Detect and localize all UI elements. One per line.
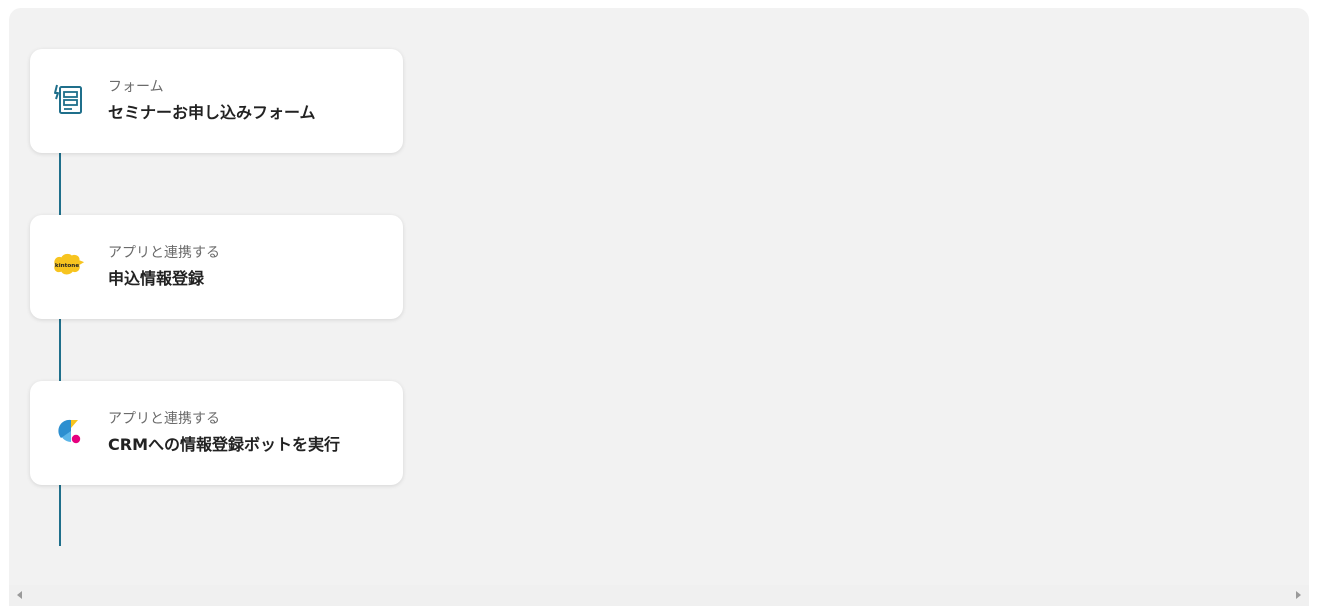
flow-step-form[interactable]: フォーム セミナーお申し込みフォーム	[30, 49, 403, 153]
step-type-label: アプリと連携する	[108, 245, 220, 261]
step-title: セミナーお申し込みフォーム	[108, 103, 316, 122]
flow-canvas: フォーム セミナーお申し込みフォーム kintone アプリと連携する 申込情報…	[9, 8, 1309, 606]
flow-connector	[59, 319, 61, 381]
robot-app-icon	[50, 413, 86, 449]
kintone-logo-text: kintone	[55, 263, 79, 269]
flow-connector	[59, 153, 61, 215]
scroll-left-arrow-icon[interactable]	[17, 591, 22, 599]
flow-step-robot[interactable]: アプリと連携する CRMへの情報登録ボットを実行	[30, 381, 403, 485]
step-type-label: アプリと連携する	[108, 411, 220, 427]
horizontal-scrollbar[interactable]	[9, 585, 1309, 606]
kintone-icon: kintone	[50, 247, 86, 283]
form-icon	[50, 81, 86, 117]
step-type-label: フォーム	[108, 79, 164, 95]
flow-step-kintone[interactable]: kintone アプリと連携する 申込情報登録	[30, 215, 403, 319]
scroll-right-arrow-icon[interactable]	[1296, 591, 1301, 599]
step-title: 申込情報登録	[108, 269, 205, 288]
step-title: CRMへの情報登録ボットを実行	[108, 435, 340, 454]
flow-connector	[59, 484, 61, 546]
